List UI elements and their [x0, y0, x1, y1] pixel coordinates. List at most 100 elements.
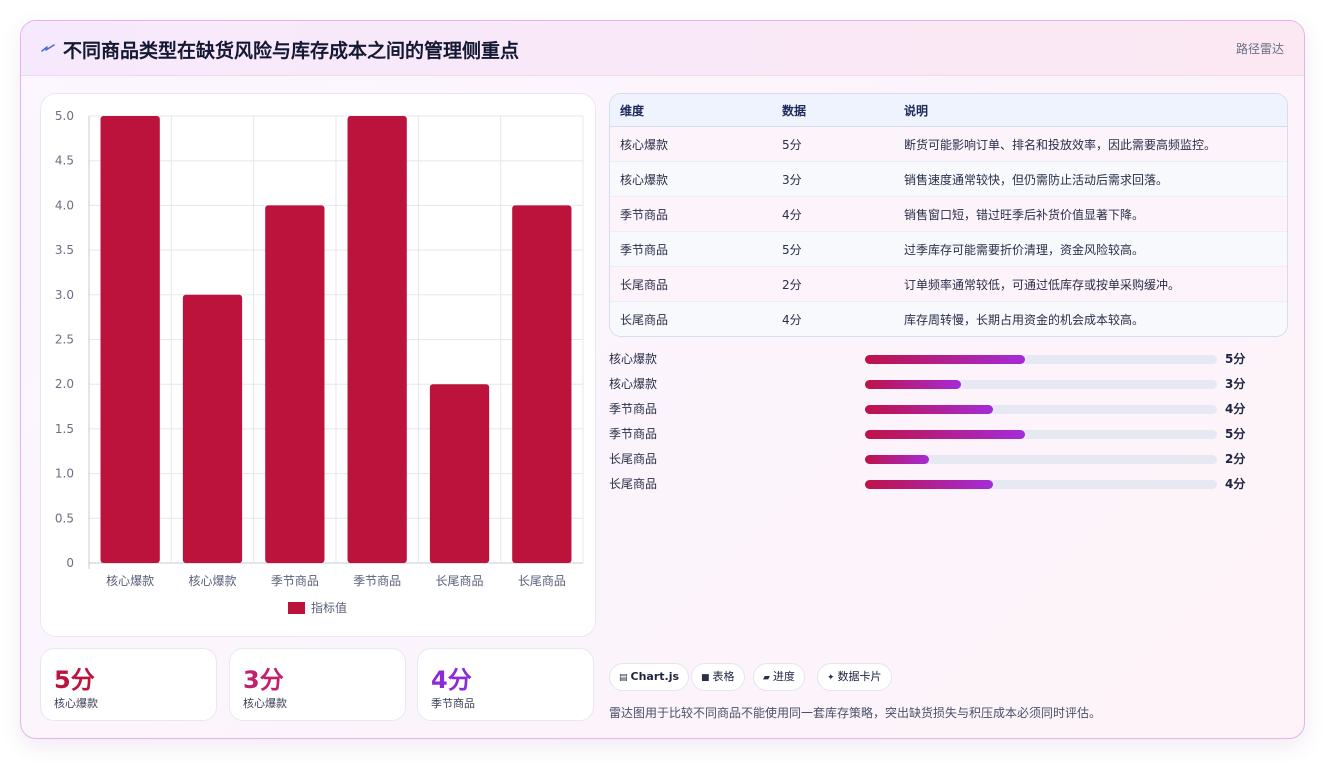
progress-value: 4分 — [1225, 477, 1246, 491]
progress-fill — [865, 480, 993, 489]
progress-label: 长尾商品 — [609, 452, 658, 466]
progress-value: 5分 — [1225, 352, 1246, 366]
progress-value: 5分 — [1225, 427, 1246, 441]
progress-value: 2分 — [1225, 452, 1246, 466]
y-tick-label: 2.0 — [55, 377, 74, 391]
x-tick-label: 季节商品 — [353, 573, 401, 588]
table-cell: 断货可能影响订单、排名和投放效率，因此需要高频监控。 — [894, 126, 1287, 162]
progress-fill — [865, 455, 929, 464]
table-cell: 订单频率通常较低，可通过低库存或按单采购缓冲。 — [894, 266, 1287, 302]
legend-swatch — [288, 602, 305, 614]
stat-card: 5分 核心爆款 — [40, 648, 217, 721]
y-tick-label: 4.5 — [55, 154, 74, 168]
y-tick-label: 0.5 — [55, 511, 74, 525]
stat-label: 核心爆款 — [54, 697, 98, 710]
table-cell: 季节商品 — [610, 196, 772, 232]
stat-value: 5分 — [54, 666, 95, 694]
table-cell: 季节商品 — [610, 231, 772, 267]
table-cell: 4分 — [772, 196, 894, 232]
progress-track — [865, 480, 1217, 489]
chip-progress[interactable]: ▰ 进度 — [753, 663, 805, 691]
table-header-cell: 说明 — [894, 94, 1287, 127]
table-row: 长尾商品 2分 订单频率通常较低，可通过低库存或按单采购缓冲。 — [610, 266, 1287, 302]
table-cell: 核心爆款 — [610, 126, 772, 162]
progress-label: 核心爆款 — [609, 377, 658, 391]
card-icon: ✦ — [827, 673, 835, 683]
progress-value: 3分 — [1225, 377, 1246, 391]
progress-label: 季节商品 — [609, 427, 658, 441]
progress-label: 长尾商品 — [609, 477, 658, 491]
progress-track — [865, 455, 1217, 464]
y-tick-label: 3.5 — [55, 243, 74, 257]
table-row: 核心爆款 5分 断货可能影响订单、排名和投放效率，因此需要高频监控。 — [610, 126, 1287, 162]
bar — [182, 294, 243, 563]
data-table: 维度 数据 说明 核心爆款 5分 断货可能影响订单、排名和投放效率，因此需要高频监控… — [609, 93, 1288, 337]
stat-card: 4分 季节商品 — [417, 648, 594, 721]
progress-row: 季节商品 5分 — [609, 421, 1249, 446]
x-tick-label: 核心爆款 — [188, 574, 236, 588]
table-cell: 5分 — [772, 231, 894, 267]
table-row: 长尾商品 4分 库存周转慢，长期占用资金的机会成本较高。 — [610, 301, 1287, 336]
table-cell: 核心爆款 — [610, 161, 772, 197]
y-tick-label: 0 — [66, 556, 74, 570]
progress-row: 核心爆款 5分 — [609, 346, 1249, 371]
chip-data-card[interactable]: ✦ 数据卡片 — [817, 663, 892, 691]
header: 不同商品类型在缺货风险与库存成本之间的管理侧重点 路径雷达 — [21, 21, 1304, 76]
y-tick-label: 3.0 — [55, 288, 74, 302]
progress-track — [865, 380, 1217, 389]
table-cell: 长尾商品 — [610, 301, 772, 336]
table-header-cell: 维度 — [610, 94, 772, 127]
table-row: 季节商品 5分 过季库存可能需要折价清理，资金风险较高。 — [610, 231, 1287, 267]
chip-label: 数据卡片 — [837, 670, 882, 683]
chip-chartjs[interactable]: ▤ Chart.js — [609, 663, 690, 691]
table-cell: 2分 — [772, 266, 894, 302]
progress-fill — [865, 405, 993, 414]
progress-track — [865, 430, 1217, 439]
table-icon: ■ — [701, 673, 710, 683]
chart-icon: ▤ — [619, 673, 628, 683]
y-tick-label: 1.0 — [55, 467, 74, 481]
legend-label: 指标值 — [311, 600, 347, 615]
bar-chart: 0 0.5 1.0 1.5 2.0 2.5 3.0 3.5 4.0 4.5 5.0 核心爆款 核心爆款 季… — [55, 109, 584, 615]
table-cell: 3分 — [772, 161, 894, 197]
bar — [429, 384, 490, 563]
progress-icon: ▰ — [763, 673, 770, 683]
progress-label: 季节商品 — [609, 402, 658, 416]
table-cell: 销售窗口短，错过旺季后补货价值显著下降。 — [894, 196, 1287, 232]
progress-row: 核心爆款 3分 — [609, 371, 1249, 396]
progress-fill — [865, 380, 961, 389]
bar — [512, 205, 572, 563]
progress-label: 核心爆款 — [609, 352, 658, 366]
progress-value: 4分 — [1225, 402, 1246, 416]
y-tick-label: 4.0 — [55, 198, 74, 212]
progress-fill — [865, 355, 1025, 364]
chip-table[interactable]: ■ 表格 — [691, 663, 745, 691]
bar — [347, 116, 407, 563]
stat-value: 4分 — [431, 666, 472, 694]
y-tick-label: 1.5 — [55, 422, 74, 436]
page-title: 不同商品类型在缺货风险与库存成本之间的管理侧重点 — [63, 40, 520, 62]
x-tick-label: 季节商品 — [271, 573, 319, 588]
table-cell: 过季库存可能需要折价清理，资金风险较高。 — [894, 231, 1287, 267]
bar-chart-panel: 0 0.5 1.0 1.5 2.0 2.5 3.0 3.5 4.0 4.5 5.0 核心爆款 核心爆款 季… — [40, 93, 596, 637]
stat-value: 3分 — [243, 666, 284, 694]
progress-track — [865, 355, 1217, 364]
footnote: 雷达图用于比较不同商品不能使用同一套库存策略，突出缺货损失与积压成本必须同时评估… — [609, 706, 1102, 720]
stat-label: 核心爆款 — [243, 697, 287, 710]
table-row: 核心爆款 3分 销售速度通常较快，但仍需防止活动后需求回落。 — [610, 161, 1287, 197]
progress-list: 核心爆款 5分 核心爆款 3分 季节商品 4分 季节商品 5分 长尾商品 2分 长尾商品 4分 — [609, 346, 1249, 496]
table-cell: 4分 — [772, 301, 894, 336]
progress-row: 长尾商品 2分 — [609, 446, 1249, 471]
progress-row: 季节商品 4分 — [609, 396, 1249, 421]
y-tick-label: 2.5 — [55, 333, 74, 347]
table-cell: 5分 — [772, 126, 894, 162]
progress-track — [865, 405, 1217, 414]
main-card: 不同商品类型在缺货风险与库存成本之间的管理侧重点 路径雷达 0 0.5 1.0 1.5… — [20, 20, 1305, 739]
table-header-row: 维度 数据 说明 — [610, 94, 1287, 127]
table-header-cell: 数据 — [772, 94, 894, 127]
progress-fill — [865, 430, 1025, 439]
table-cell: 销售速度通常较快，但仍需防止活动后需求回落。 — [894, 161, 1287, 197]
table-cell: 库存周转慢，长期占用资金的机会成本较高。 — [894, 301, 1287, 336]
progress-row: 长尾商品 4分 — [609, 471, 1249, 496]
bar — [100, 116, 160, 563]
